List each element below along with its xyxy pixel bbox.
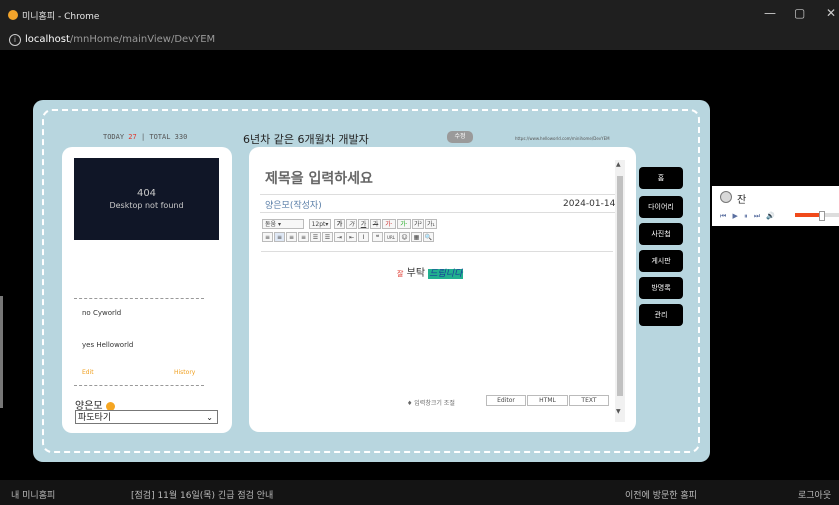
homepage-title: 6년차 같은 6개월차 개발자	[243, 133, 369, 146]
visited-homes-link[interactable]: 이전에 방문한 홈피	[625, 488, 697, 501]
editor-resize-handle[interactable]: ♦ 입력창크기 조절	[407, 398, 455, 407]
bg-color-button[interactable]: 가·	[397, 219, 411, 229]
font-size-select[interactable]: 12pt▾	[309, 219, 331, 229]
cd-icon	[720, 191, 732, 203]
url-text[interactable]: localhost/mnHome/mainView/DevYEM	[25, 34, 215, 45]
ordered-list-icon[interactable]: ☰	[310, 232, 321, 242]
profile-divider-top	[74, 298, 204, 299]
close-button[interactable]: ✕	[826, 6, 836, 20]
visitor-counter: TODAY 27 | TOTAL 330	[103, 133, 187, 141]
bgm-controls[interactable]: ⏮ ▶ ⏸ ⏭ 🔊	[720, 212, 777, 221]
editor-content[interactable]: 잘 부탁 드립니다	[397, 264, 464, 279]
font-family-select[interactable]: 돋움 ▾	[262, 219, 304, 229]
nav-guestbook[interactable]: 방명록	[639, 277, 683, 299]
emoticon-icon[interactable]: ☺	[399, 232, 410, 242]
profile-line-2: yes Helloworld	[82, 341, 134, 349]
clear-format-icon[interactable]: I	[358, 232, 369, 242]
content-scrollbar[interactable]: ▲ ▼	[615, 160, 625, 422]
address-bar[interactable]: i localhost/mnHome/mainView/DevYEM	[0, 31, 839, 50]
profile-edit-link[interactable]: Edit	[82, 369, 94, 376]
profile-image-code: 404	[136, 188, 157, 199]
bold-button[interactable]: 가	[334, 219, 345, 229]
scroll-thumb[interactable]	[617, 176, 623, 396]
editor-text-highlight: 드립니다	[428, 269, 464, 279]
post-date: 2024-01-14	[563, 199, 616, 209]
window-title: 미니홈피 - Chrome	[22, 12, 100, 22]
profile-image-message: Desktop not found	[109, 201, 184, 210]
notice-link[interactable]: [점검] 11월 16일(목) 긴급 점검 안내	[131, 488, 273, 501]
tab-editor[interactable]: Editor	[486, 395, 526, 406]
bgm-song-title: 잔	[737, 195, 747, 206]
today-label: TODAY	[103, 133, 125, 141]
editor-toolbar: 돋움 ▾ 12pt▾ 가 가 가 가 가· 가· 가² 가₁ ≡ ≡ ≡ ≡ ☰…	[262, 219, 477, 248]
wave-ride-select-value: 파도타기	[78, 413, 112, 423]
italic-button[interactable]: 가	[346, 219, 357, 229]
indent-icon[interactable]: ⇥	[334, 232, 345, 242]
underline-button[interactable]: 가	[358, 219, 369, 229]
info-icon[interactable]: i	[9, 34, 21, 46]
browser-titlebar: 미니홈피 - Chrome — ▢ ✕	[0, 0, 839, 31]
title-edit-button[interactable]: 수정	[447, 131, 473, 143]
volume-knob[interactable]	[819, 211, 826, 221]
volume-slider[interactable]	[795, 211, 839, 221]
meta-divider	[260, 212, 615, 213]
outdent-icon[interactable]: ⇤	[346, 232, 357, 242]
align-right-icon[interactable]: ≡	[286, 232, 297, 242]
scroll-down-icon[interactable]: ▼	[616, 408, 621, 415]
nav-board[interactable]: 게시판	[639, 250, 683, 272]
profile-divider-bottom	[74, 385, 204, 386]
editor-text-small: 잘	[397, 270, 404, 278]
today-count: 27	[128, 133, 137, 141]
bgm-player: 잔 ⏮ ▶ ⏸ ⏭ 🔊	[712, 186, 839, 226]
strike-button[interactable]: 가	[370, 219, 381, 229]
total-count: | TOTAL 330	[140, 133, 188, 141]
my-minihome-link[interactable]: 내 미니홈피	[11, 488, 55, 501]
logout-link[interactable]: 로그아웃	[798, 488, 831, 501]
link-icon[interactable]: URL	[384, 232, 398, 242]
search-icon[interactable]: 🔍	[423, 232, 434, 242]
wave-ride-select[interactable]: 파도타기 ⌄	[75, 410, 218, 424]
align-left-icon[interactable]: ≡	[262, 232, 273, 242]
maximize-button[interactable]: ▢	[794, 6, 805, 20]
text-color-button[interactable]: 가·	[382, 219, 396, 229]
align-justify-icon[interactable]: ≡	[298, 232, 309, 242]
url-host: localhost	[25, 34, 70, 45]
left-edge-handle	[0, 296, 3, 408]
volume-fill	[795, 213, 822, 217]
scroll-up-icon[interactable]: ▲	[616, 161, 621, 168]
profile-history-link[interactable]: History	[174, 369, 195, 376]
nav-home[interactable]: 홈	[639, 167, 683, 189]
chevron-down-icon: ⌄	[206, 413, 213, 422]
font-size-value: 12pt	[311, 221, 326, 228]
superscript-button[interactable]: 가²	[412, 219, 424, 229]
title-divider	[260, 194, 615, 195]
post-author: 양은모(작성자)	[265, 201, 322, 211]
align-center-icon[interactable]: ≡	[274, 232, 285, 242]
tab-text[interactable]: TEXT	[569, 395, 609, 406]
editor-text-plain: 부탁	[406, 268, 426, 279]
table-icon[interactable]: ▦	[411, 232, 422, 242]
profile-image: 404 Desktop not found	[74, 158, 219, 240]
nav-manage[interactable]: 관리	[639, 304, 683, 326]
font-family-value: 돋움	[265, 221, 277, 228]
url-path: /mnHome/mainView/DevYEM	[69, 34, 216, 45]
homepage-url[interactable]: https://www.helloworld.com/minihome/DevY…	[515, 136, 610, 141]
tab-html[interactable]: HTML	[527, 395, 568, 406]
post-title-input[interactable]: 제목을 입력하세요	[265, 168, 373, 188]
quote-icon[interactable]: ❝	[372, 232, 383, 242]
nav-photos[interactable]: 사진첩	[639, 223, 683, 245]
bullet-list-icon[interactable]: ☰	[322, 232, 333, 242]
nav-diary[interactable]: 다이어리	[639, 196, 683, 218]
subscript-button[interactable]: 가₁	[425, 219, 437, 229]
favicon-icon	[8, 10, 18, 20]
bottom-ticker: 내 미니홈피 [점검] 11월 16일(목) 긴급 점검 안내 이전에 방문한 …	[0, 480, 839, 505]
profile-line-1: no Cyworld	[82, 309, 122, 317]
minimize-button[interactable]: —	[764, 6, 776, 20]
